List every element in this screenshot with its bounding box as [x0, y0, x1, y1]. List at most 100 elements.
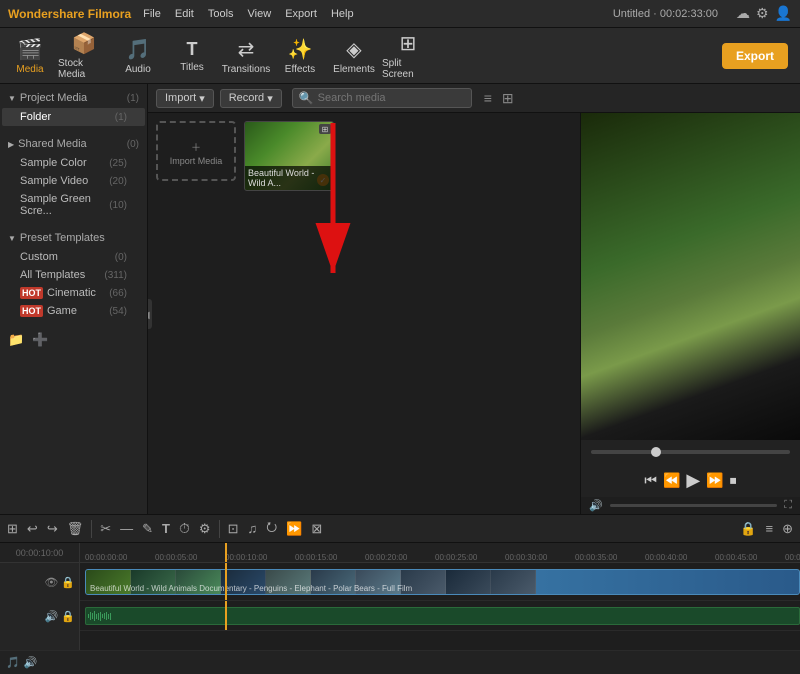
audio-track-clip[interactable]: [85, 607, 800, 625]
search-box[interactable]: 🔍: [292, 88, 472, 108]
menu-help[interactable]: Help: [331, 8, 354, 20]
tool-stock-media[interactable]: 📦 Stock Media: [58, 31, 110, 81]
menu-view[interactable]: View: [248, 8, 272, 20]
tl-cut-button[interactable]: ✂: [97, 519, 114, 539]
video-track: Beautiful World - Wild Animals Documenta…: [80, 563, 800, 601]
search-input[interactable]: [318, 92, 465, 104]
sidebar-item-cinematic[interactable]: HOT Cinematic (66): [2, 284, 145, 302]
triangle-icon-preset: ▼: [8, 234, 16, 243]
grid-view-icon[interactable]: ⊞: [502, 90, 514, 107]
sidebar-project-media-header[interactable]: ▼ Project Media (1): [0, 88, 147, 108]
tl-audio-button[interactable]: ♫: [244, 519, 260, 538]
tool-media[interactable]: 🎬 Media: [4, 31, 56, 81]
volume-icon[interactable]: 🔊: [589, 499, 603, 512]
record-button[interactable]: Record ▾: [220, 89, 282, 108]
tool-transitions[interactable]: ⇄ Transitions: [220, 31, 272, 81]
split-screen-icon: ⊞: [400, 31, 417, 56]
filter-icon[interactable]: ≡: [484, 90, 492, 106]
tool-effects-label: Effects: [285, 64, 315, 75]
ruler-label-6: 00:00:30:00: [505, 553, 547, 562]
tl-minus-button[interactable]: —: [117, 519, 136, 538]
ruler-playhead: [225, 543, 227, 562]
elements-icon: ◈: [346, 37, 361, 62]
video-track-lock-icon[interactable]: 🔒: [61, 576, 75, 589]
tl-text-button[interactable]: T: [159, 519, 173, 538]
triangle-icon: ▼: [8, 94, 16, 103]
tl-bottom-add-audio-button[interactable]: 🔊: [24, 656, 38, 669]
sidebar-item-all-templates[interactable]: All Templates (311): [2, 266, 145, 284]
tl-color-button[interactable]: ⭮: [263, 516, 280, 542]
audio-icon: 🎵: [126, 37, 151, 62]
preview-stop-button[interactable]: ⏹: [730, 472, 737, 489]
preview-panel: ⏮ ⏪ ▶ ⏩ ⏹ 🔊 ⛶: [580, 113, 800, 514]
tl-split-button[interactable]: ⊠: [308, 519, 325, 539]
audio-track-header: 🔊 🔒: [0, 601, 80, 631]
preview-play-button[interactable]: ▶: [686, 470, 700, 491]
preview-step-back-button[interactable]: ⏪: [663, 472, 680, 489]
media-thumbnail[interactable]: ⊞ ✓ Beautiful World - Wild A...: [244, 121, 334, 191]
preview-video: [581, 113, 800, 440]
tl-zoom-out-button[interactable]: 🔒: [737, 519, 759, 539]
tool-elements[interactable]: ◈ Elements: [328, 31, 380, 81]
preview-step-forward-button[interactable]: ⏩: [706, 472, 723, 489]
tool-titles[interactable]: T Titles: [166, 31, 218, 81]
account-icon[interactable]: 👤: [775, 5, 792, 22]
tl-clock-button[interactable]: ⏱: [176, 518, 193, 539]
import-button[interactable]: Import ▾: [156, 89, 214, 108]
tl-snap-button[interactable]: ⊞: [4, 519, 21, 539]
menu-export[interactable]: Export: [285, 8, 317, 20]
tl-settings-button[interactable]: ⚙: [196, 519, 214, 539]
sidebar-item-sample-video[interactable]: Sample Video (20): [2, 172, 145, 190]
sidebar-custom-label: Custom: [20, 251, 58, 263]
ruler-marks-row: 00:00:00:00 00:00:05:00 00:00:10:00 00:0…: [80, 543, 800, 562]
tool-effects[interactable]: ✨ Effects: [274, 31, 326, 81]
preview-timeline[interactable]: [591, 450, 790, 454]
tl-delete-button[interactable]: 🗑: [64, 519, 87, 539]
audio-track-lock-icon[interactable]: 🔒: [61, 610, 75, 623]
preview-rewind-button[interactable]: ⏮: [644, 472, 657, 489]
cloud-icon[interactable]: ☁: [736, 5, 750, 22]
tool-audio[interactable]: 🎵 Audio: [112, 31, 164, 81]
new-folder-icon[interactable]: 📁: [8, 332, 24, 348]
sidebar-item-sample-green[interactable]: Sample Green Scre... (10): [2, 190, 145, 220]
video-track-eye-icon[interactable]: 👁: [44, 576, 58, 589]
tl-zoom-slider[interactable]: ≡: [763, 519, 777, 539]
tool-split-label: Split Screen: [382, 58, 434, 80]
sidebar-item-game[interactable]: HOT Game (54): [2, 302, 145, 320]
tl-undo-button[interactable]: ↩: [24, 519, 41, 539]
timeline: ⊞ ↩ ↪ 🗑 ✂ — ✎ T ⏱ ⚙ ⊡ ♫ ⭮ ⏩ ⊠ 🔒 ≡ ⊕ 00:0…: [0, 514, 800, 674]
export-button[interactable]: Export: [722, 43, 788, 69]
topbar: Wondershare Filmora File Edit Tools View…: [0, 0, 800, 28]
tl-pen-button[interactable]: ✎: [139, 519, 156, 539]
timeline-scrollable[interactable]: 00:00:00:00 00:00:05:00 00:00:10:00 00:0…: [80, 543, 800, 650]
import-media-button[interactable]: ＋ Import Media: [156, 121, 236, 181]
sidebar-item-sample-color[interactable]: Sample Color (25): [2, 154, 145, 172]
tl-redo-button[interactable]: ↪: [44, 519, 61, 539]
sidebar-preset-templates-header[interactable]: ▼ Preset Templates: [0, 228, 147, 248]
sidebar-item-folder[interactable]: Folder (1): [2, 108, 145, 126]
sidebar-item-custom[interactable]: Custom (0): [2, 248, 145, 266]
import-media-label: Import Media: [170, 156, 223, 166]
import-dropdown-icon: ▾: [199, 92, 205, 105]
sidebar-shared-media-header[interactable]: ▶ Shared Media (0): [0, 134, 147, 154]
volume-slider[interactable]: [610, 504, 778, 507]
sidebar-cinematic-count: (66): [109, 288, 127, 299]
sidebar-sample-green-count: (10): [109, 200, 127, 211]
collapse-panel-btn[interactable]: ◀: [148, 299, 152, 329]
add-item-icon[interactable]: ➕: [32, 332, 48, 348]
tl-zoom-in-button[interactable]: ⊕: [779, 519, 796, 539]
menu-file[interactable]: File: [143, 8, 161, 20]
audio-track-mute-icon[interactable]: 🔊: [45, 610, 59, 623]
video-track-clip[interactable]: Beautiful World - Wild Animals Documenta…: [85, 569, 800, 595]
record-label: Record: [229, 92, 264, 104]
tool-split-screen[interactable]: ⊞ Split Screen: [382, 31, 434, 81]
menu-edit[interactable]: Edit: [175, 8, 194, 20]
tl-speed-button[interactable]: ⏩: [283, 519, 305, 539]
ruler-mark-0: 00:00:00:00: [85, 553, 155, 562]
record-dropdown-icon: ▾: [267, 92, 273, 105]
tl-crop-button[interactable]: ⊡: [225, 519, 242, 539]
fullscreen-icon[interactable]: ⛶: [784, 499, 792, 512]
sidebar-custom-count: (0): [115, 252, 127, 263]
menu-tools[interactable]: Tools: [208, 8, 234, 20]
settings-icon[interactable]: ⚙: [756, 5, 769, 22]
